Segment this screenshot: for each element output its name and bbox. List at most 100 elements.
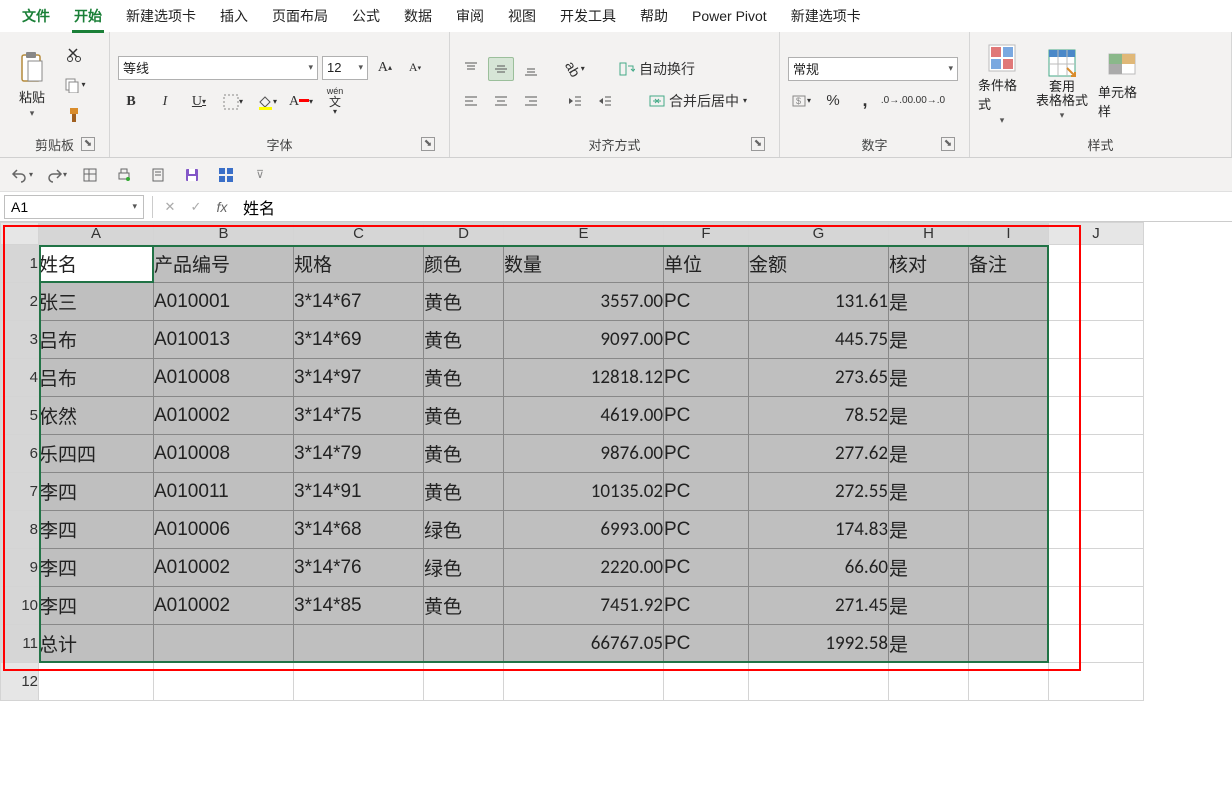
cell[interactable]: [969, 359, 1049, 397]
row-header[interactable]: 12: [1, 663, 39, 701]
cell[interactable]: 单位: [664, 245, 749, 283]
cell[interactable]: A010008: [154, 435, 294, 473]
row-header[interactable]: 4: [1, 359, 39, 397]
cell[interactable]: [294, 625, 424, 663]
cell[interactable]: 3*14*85: [294, 587, 424, 625]
row-header[interactable]: 10: [1, 587, 39, 625]
cell[interactable]: [1049, 321, 1144, 359]
cell[interactable]: PC: [664, 625, 749, 663]
cell[interactable]: PC: [664, 435, 749, 473]
cell[interactable]: [1049, 663, 1144, 701]
align-center-button[interactable]: [488, 89, 514, 113]
cell[interactable]: 9876.00: [504, 435, 664, 473]
cell[interactable]: 271.45: [749, 587, 889, 625]
name-box[interactable]: ▾: [4, 195, 144, 219]
cell[interactable]: [39, 663, 154, 701]
column-header[interactable]: H: [889, 223, 969, 245]
cell[interactable]: 金额: [749, 245, 889, 283]
spreadsheet[interactable]: ABCDEFGHIJ1姓名产品编号规格颜色数量单位金额核对备注2张三A01000…: [0, 222, 1232, 701]
tab-help[interactable]: 帮助: [628, 0, 680, 32]
cell[interactable]: 核对: [889, 245, 969, 283]
qat-btn-7[interactable]: [214, 163, 238, 187]
cell[interactable]: 是: [889, 359, 969, 397]
cell[interactable]: 姓名: [39, 245, 154, 283]
cell[interactable]: [969, 321, 1049, 359]
tab-newtab1[interactable]: 新建选项卡: [114, 0, 208, 32]
cell[interactable]: 黄色: [424, 283, 504, 321]
font-name-dropdown[interactable]: 等线▾: [118, 56, 318, 80]
cell[interactable]: A010006: [154, 511, 294, 549]
chevron-down-icon[interactable]: ▾: [132, 201, 137, 212]
cell[interactable]: [1049, 359, 1144, 397]
cell[interactable]: [504, 663, 664, 701]
cell[interactable]: 1992.58: [749, 625, 889, 663]
cell[interactable]: A010011: [154, 473, 294, 511]
cell[interactable]: PC: [664, 283, 749, 321]
border-button[interactable]: ▾: [220, 90, 246, 114]
column-header[interactable]: B: [154, 223, 294, 245]
cell[interactable]: 是: [889, 473, 969, 511]
tab-newtab2[interactable]: 新建选项卡: [779, 0, 873, 32]
tab-view[interactable]: 视图: [496, 0, 548, 32]
cell[interactable]: 李四: [39, 511, 154, 549]
cell[interactable]: 3*14*68: [294, 511, 424, 549]
percent-button[interactable]: %: [820, 89, 846, 113]
row-header[interactable]: 3: [1, 321, 39, 359]
cell[interactable]: [1049, 549, 1144, 587]
undo-button[interactable]: ▾: [10, 163, 34, 187]
decrease-indent-button[interactable]: [562, 89, 588, 113]
column-header[interactable]: E: [504, 223, 664, 245]
qat-more-button[interactable]: ⊽: [248, 163, 272, 187]
cell[interactable]: 3*14*67: [294, 283, 424, 321]
cell[interactable]: [1049, 587, 1144, 625]
tab-data[interactable]: 数据: [392, 0, 444, 32]
cell[interactable]: 66.60: [749, 549, 889, 587]
align-launcher[interactable]: ⬊: [751, 137, 765, 151]
qat-btn-4[interactable]: [112, 163, 136, 187]
select-all-corner[interactable]: [1, 223, 39, 245]
column-header[interactable]: C: [294, 223, 424, 245]
cell[interactable]: PC: [664, 397, 749, 435]
cell[interactable]: PC: [664, 511, 749, 549]
cell[interactable]: 277.62: [749, 435, 889, 473]
formula-input[interactable]: [235, 195, 1232, 219]
tab-insert[interactable]: 插入: [208, 0, 260, 32]
cell[interactable]: 是: [889, 283, 969, 321]
increase-indent-button[interactable]: [592, 89, 618, 113]
cell[interactable]: 是: [889, 511, 969, 549]
row-header[interactable]: 9: [1, 549, 39, 587]
cell[interactable]: 是: [889, 549, 969, 587]
name-box-input[interactable]: [11, 199, 132, 215]
cell[interactable]: [424, 625, 504, 663]
cell[interactable]: 黄色: [424, 359, 504, 397]
cell[interactable]: [969, 397, 1049, 435]
cancel-formula-button[interactable]: ✕: [157, 195, 183, 219]
italic-button[interactable]: I: [152, 90, 178, 114]
underline-button[interactable]: U▾: [186, 90, 212, 114]
cell[interactable]: 绿色: [424, 549, 504, 587]
cell[interactable]: 黄色: [424, 321, 504, 359]
cell[interactable]: 黄色: [424, 473, 504, 511]
cell[interactable]: 李四: [39, 473, 154, 511]
cell[interactable]: [1049, 435, 1144, 473]
row-header[interactable]: 5: [1, 397, 39, 435]
cell[interactable]: [294, 663, 424, 701]
cell[interactable]: 2220.00: [504, 549, 664, 587]
align-bottom-button[interactable]: [518, 57, 544, 81]
tab-dev[interactable]: 开发工具: [548, 0, 628, 32]
cell[interactable]: PC: [664, 359, 749, 397]
cell[interactable]: PC: [664, 473, 749, 511]
cell[interactable]: A010013: [154, 321, 294, 359]
currency-button[interactable]: $▾: [788, 89, 814, 113]
cell[interactable]: 黄色: [424, 397, 504, 435]
row-header[interactable]: 2: [1, 283, 39, 321]
cell[interactable]: 3*14*79: [294, 435, 424, 473]
cell[interactable]: 备注: [969, 245, 1049, 283]
phonetic-button[interactable]: wén文▾: [322, 90, 348, 114]
tab-formula[interactable]: 公式: [340, 0, 392, 32]
cell[interactable]: 9097.00: [504, 321, 664, 359]
column-header[interactable]: I: [969, 223, 1049, 245]
decrease-font-button[interactable]: A▾: [402, 56, 428, 80]
wrap-text-button[interactable]: 自动换行: [612, 57, 702, 81]
tab-review[interactable]: 审阅: [444, 0, 496, 32]
